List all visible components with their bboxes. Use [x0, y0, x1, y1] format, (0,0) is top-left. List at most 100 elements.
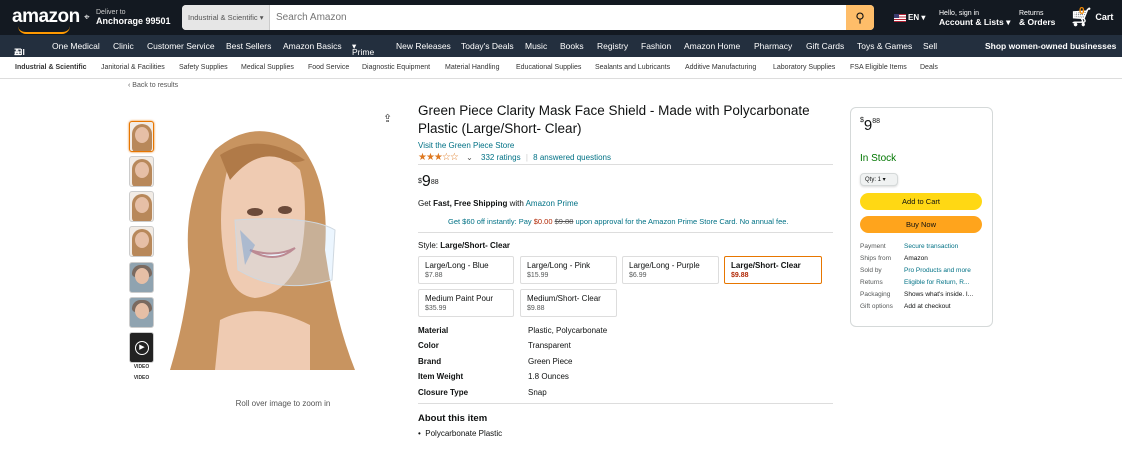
thumbnail-3[interactable] [129, 191, 154, 222]
cart-label: Cart [1095, 11, 1114, 22]
nav-registry[interactable]: Registry [597, 41, 628, 51]
divider [418, 403, 833, 404]
subnav-medical[interactable]: Medical Supplies [241, 64, 294, 71]
search-button[interactable]: ⚲ [846, 5, 874, 30]
style-option-large-long-pink[interactable]: Large/Long - Pink $15.99 [520, 256, 617, 284]
search-input[interactable] [270, 5, 846, 30]
subnav-janitorial[interactable]: Janitorial & Facilities [101, 64, 165, 71]
ratings-count-link[interactable]: 332 ratings [481, 153, 521, 162]
thumbnail-2[interactable] [129, 156, 154, 187]
nav-fashion[interactable]: Fashion [641, 41, 671, 51]
nav-one-medical[interactable]: One Medical [52, 41, 100, 51]
subnav-sealants[interactable]: Sealants and Lubricants [595, 64, 670, 71]
subnav-laboratory[interactable]: Laboratory Supplies [773, 64, 835, 71]
spec-value: Plastic, Polycarbonate [528, 326, 608, 335]
product-main-image[interactable] [160, 120, 360, 370]
spec-label: Material [418, 326, 449, 335]
search-bar: Industrial & Scientific ▾ ⚲ [182, 5, 874, 30]
nav-amazon-home[interactable]: Amazon Home [684, 41, 740, 51]
buybox-price: $988 [860, 117, 881, 134]
subnav-fsa[interactable]: FSA Eligible Items [850, 64, 907, 71]
language-selector[interactable]: EN ▾ [894, 13, 925, 22]
deliver-location: Anchorage 99501 [96, 16, 171, 26]
nav-promo[interactable]: Shop women-owned businesses [985, 41, 1116, 51]
style-option-large-long-purple[interactable]: Large/Long - Purple $6.99 [622, 256, 719, 284]
cart-count: 0 [1079, 6, 1085, 17]
spec-label: Color [418, 341, 439, 350]
amazon-logo[interactable]: amazon [12, 6, 80, 34]
thumbnail-4[interactable] [129, 226, 154, 257]
subnav-material-handling[interactable]: Material Handling [445, 64, 499, 71]
subnav-additive[interactable]: Additive Manufacturing [685, 64, 756, 71]
buy-now-button[interactable]: Buy Now [860, 216, 982, 233]
style-option-medium-paint-pour[interactable]: Medium Paint Pour $35.99 [418, 289, 514, 317]
video-label-2: VIDEO [133, 375, 150, 381]
nav-amazon-basics[interactable]: Amazon Basics [283, 41, 342, 51]
account-lists-label: Account & Lists ▾ [939, 17, 1011, 27]
subnav-food-service[interactable]: Food Service [308, 64, 349, 71]
nav-best-sellers[interactable]: Best Sellers [226, 41, 271, 51]
deliver-to[interactable]: ⌖ Deliver to Anchorage 99501 [84, 8, 171, 26]
nav-new-releases[interactable]: New Releases [396, 41, 451, 51]
divider [418, 164, 833, 165]
nav-toys-games[interactable]: Toys & Games [857, 41, 912, 51]
nav-books[interactable]: Books [560, 41, 584, 51]
store-link[interactable]: Visit the Green Piece Store [418, 141, 514, 150]
thumbnail-6[interactable] [129, 297, 154, 328]
nav-clinic[interactable]: Clinic [113, 41, 134, 51]
prime-card-promo[interactable]: Get $60 off instantly: Pay $0.00 $9.88 u… [448, 217, 789, 226]
nav-customer-service[interactable]: Customer Service [147, 41, 215, 51]
spec-value: Green Piece [528, 357, 573, 366]
us-flag-icon [894, 13, 906, 22]
nav-music[interactable]: Music [525, 41, 547, 51]
buybox-row-returns: Returns Eligible for Return, R... [860, 279, 970, 286]
subnav-educational[interactable]: Educational Supplies [516, 64, 581, 71]
shipping-info: Get Fast, Free Shipping with Amazon Prim… [418, 199, 579, 208]
thumbnail-5[interactable] [129, 262, 154, 293]
stock-status: In Stock [860, 153, 897, 164]
chevron-down-icon[interactable]: ⌄ [466, 153, 473, 162]
video-thumbnail[interactable]: ▶ [129, 332, 154, 363]
location-pin-icon: ⌖ [84, 12, 90, 23]
divider [418, 232, 833, 233]
woman-with-face-shield-image [170, 131, 355, 370]
subnav-diagnostic[interactable]: Diagnostic Equipment [362, 64, 430, 71]
thumbnail-1[interactable] [129, 121, 154, 152]
nav-prime[interactable]: Prime ▾ [352, 41, 374, 57]
buy-box: $988 In Stock Qty: 1 ▾ Add to Cart Buy N… [850, 107, 993, 327]
product-title: Green Piece Clarity Mask Face Shield - M… [418, 103, 810, 136]
video-label: VIDEO [133, 364, 150, 370]
style-label: Style: Large/Short- Clear [418, 241, 511, 250]
spec-label: Closure Type [418, 388, 469, 397]
buybox-row-ships-from: Ships from Amazon [860, 255, 928, 262]
quantity-select[interactable]: Qty: 1 ▾ [860, 173, 898, 186]
orders-label: & Orders [1019, 17, 1056, 27]
back-to-results-link[interactable]: ‹ Back to results [128, 82, 178, 89]
spec-value: 1.8 Ounces [528, 372, 569, 381]
product-price: $988 [418, 173, 439, 190]
nav-todays-deals[interactable]: Today's Deals [461, 41, 514, 51]
rating-stars[interactable]: ★★★☆☆ [418, 152, 459, 163]
style-option-large-short-clear[interactable]: Large/Short- Clear $9.88 [724, 256, 822, 284]
style-option-medium-short-clear[interactable]: Medium/Short- Clear $9.88 [520, 289, 617, 317]
rating-row: ★★★☆☆ ⌄ 332 ratings | 8 answered questio… [418, 152, 611, 163]
style-option-large-long-blue[interactable]: Large/Long - Blue $7.88 [418, 256, 514, 284]
about-bullet: • Polycarbonate Plastic [418, 429, 503, 438]
search-category-select[interactable]: Industrial & Scientific ▾ [182, 5, 270, 30]
add-to-cart-button[interactable]: Add to Cart [860, 193, 982, 210]
amazon-prime-link[interactable]: Amazon Prime [526, 199, 578, 208]
answered-questions-link[interactable]: 8 answered questions [533, 153, 611, 162]
subnav-safety[interactable]: Safety Supplies [179, 64, 228, 71]
nav-pharmacy[interactable]: Pharmacy [754, 41, 792, 51]
nav-gift-cards[interactable]: Gift Cards [806, 41, 844, 51]
share-icon[interactable]: ⇪ [383, 112, 392, 125]
returns-orders[interactable]: Returns & Orders [1019, 9, 1055, 27]
subnav-deals[interactable]: Deals [920, 64, 938, 71]
nav-sell[interactable]: Sell [923, 41, 937, 51]
play-icon: ▶ [135, 341, 149, 355]
cart-button[interactable]: 0 🛒︎ Cart [1070, 6, 1114, 28]
subnav-industrial[interactable]: Industrial & Scientific [15, 64, 87, 71]
account-lists[interactable]: Hello, sign in Account & Lists ▾ [939, 9, 1010, 27]
top-bar: amazon ⌖ Deliver to Anchorage 99501 Indu… [0, 0, 1122, 35]
main-nav: ☰ All One Medical Clinic Customer Servic… [0, 35, 1122, 57]
